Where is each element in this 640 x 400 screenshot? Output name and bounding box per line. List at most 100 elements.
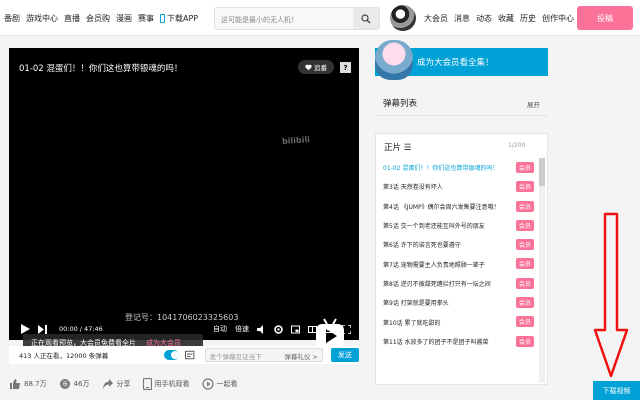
- member-badge: 会员: [516, 335, 534, 347]
- episode-list: 01-02 混蛋们！！你们这也算带银魂的吗！ 会员 第3话 天然卷没有坏人 会员 第…: [376, 158, 541, 351]
- play-icon[interactable]: [21, 324, 30, 334]
- episodes-title: 正片 ☰: [384, 143, 412, 153]
- player-controls: 00:00 / 47:46 自动 倍速: [9, 320, 359, 338]
- phone-icon: [160, 14, 165, 23]
- member-badge: 会员: [516, 277, 534, 289]
- watch-on-phone-label: 用手机观看: [154, 380, 190, 388]
- episode-item[interactable]: 第6话 许下的诺言死也要遵守 会员: [376, 235, 541, 254]
- danmu-etiquette-link[interactable]: 弹幕礼仪 >: [284, 351, 318, 361]
- danmu-settings-icon[interactable]: [185, 350, 195, 360]
- episodes-count: 1/200: [508, 142, 526, 149]
- post-button[interactable]: 投稿: [577, 6, 633, 30]
- nav-item-bangumi[interactable]: 番剧: [4, 13, 20, 24]
- video-title: 01-02 混蛋们！！你们这也算带银魂的吗！: [19, 64, 183, 74]
- user-nav-vip[interactable]: 大会员: [424, 13, 448, 24]
- search-input[interactable]: 这可能是最小的无人机！: [221, 15, 298, 25]
- search-icon: [361, 13, 371, 23]
- member-badge: 会员: [516, 258, 534, 270]
- top-bar: 番剧 游戏中心 直播 会员购 漫画 赛事 下载APP 这可能是最小的无人机！ 大…: [0, 0, 640, 36]
- episode-item[interactable]: 第3话 天然卷没有坏人 会员: [376, 177, 541, 196]
- danmu-list-header[interactable]: 弹幕列表 展开: [375, 90, 548, 116]
- scrollbar-thumb[interactable]: [539, 158, 545, 186]
- watch-together-button[interactable]: 一起看: [201, 378, 238, 390]
- action-row: 88.7万 币 46万 分享 用手机观看 一起看: [9, 378, 238, 390]
- bilibili-watermark: bilibili: [281, 135, 311, 146]
- nav-item-manga[interactable]: 漫画: [116, 13, 132, 24]
- episode-item[interactable]: 第9话 打架就是要用拳头 会员: [376, 293, 541, 312]
- share-icon: [102, 379, 113, 389]
- coin-count: 46万: [73, 380, 90, 388]
- nav-item-member-shop[interactable]: 会员购: [86, 13, 110, 24]
- web-fullscreen-icon[interactable]: [325, 325, 334, 334]
- search-button[interactable]: [353, 8, 379, 29]
- playback-time: 00:00 / 47:46: [59, 325, 103, 333]
- episode-item[interactable]: 第7话 宠物需要主人负责地照顾一辈子 会员: [376, 254, 541, 273]
- danmu-input[interactable]: 发个弹幕见证当下 弹幕礼仪 >: [204, 348, 323, 362]
- video-player[interactable]: 01-02 混蛋们！！你们这也算带银魂的吗！ 追番 ? bilibili 正在观…: [9, 48, 359, 352]
- fullscreen-icon[interactable]: [342, 324, 351, 334]
- download-app-label: 下载APP: [167, 14, 199, 23]
- watch-together-label: 一起看: [216, 380, 238, 388]
- episode-item[interactable]: 第4话 《JUMP》偶尔会周六发售要注意哦！ 会员: [376, 197, 541, 216]
- watch-together-icon: [201, 378, 214, 390]
- member-badge: 会员: [516, 219, 534, 231]
- danmu-placeholder: 发个弹幕见证当下: [209, 353, 262, 361]
- red-arrow-annotation: [593, 212, 629, 378]
- next-icon[interactable]: [38, 324, 47, 334]
- nav-item-live[interactable]: 直播: [64, 13, 80, 24]
- watch-on-phone-button[interactable]: 用手机观看: [142, 378, 190, 390]
- share-label: 分享: [116, 380, 131, 388]
- danmu-list-expand[interactable]: 展开: [527, 99, 540, 109]
- follow-button[interactable]: 追番: [298, 60, 334, 74]
- volume-icon[interactable]: [257, 324, 266, 334]
- like-button[interactable]: 88.7万: [9, 378, 47, 390]
- member-badge: 会员: [516, 162, 534, 173]
- vip-banner-text: 成为大会员看全集！: [417, 58, 494, 68]
- like-count: 88.7万: [24, 380, 47, 388]
- member-badge: 会员: [516, 239, 534, 251]
- widescreen-icon[interactable]: [308, 325, 317, 334]
- danmu-toggle[interactable]: [164, 350, 180, 360]
- member-badge: 会员: [516, 316, 534, 328]
- user-nav-creator-center[interactable]: 创作中心: [542, 13, 574, 24]
- quality-auto-button[interactable]: 自动: [213, 324, 227, 334]
- member-badge: 会员: [516, 181, 534, 193]
- send-danmu-button[interactable]: 发送: [330, 348, 359, 362]
- user-nav-dynamics[interactable]: 动态: [476, 13, 492, 24]
- episode-item[interactable]: 01-02 混蛋们！！你们这也算带银魂的吗！ 会员: [376, 158, 541, 177]
- user-nav-messages[interactable]: 消息: [454, 13, 470, 24]
- episode-item[interactable]: 第8话 逆刃不披甜死缠拦打只有一坛之间 会员: [376, 274, 541, 293]
- user-avatar[interactable]: [390, 5, 416, 31]
- stats-bar: 413 人正在看，12000 条弹幕 发个弹幕见证当下 弹幕礼仪 > 发送: [9, 346, 359, 364]
- heart-icon: [305, 64, 312, 70]
- search-box[interactable]: 这可能是最小的无人机！: [214, 7, 380, 30]
- speed-button[interactable]: 倍速: [235, 324, 249, 334]
- danmu-list-title: 弹幕列表: [383, 99, 418, 109]
- mascot-image: [375, 40, 413, 80]
- episode-scrollbar[interactable]: [539, 158, 545, 383]
- nav-item-game-center[interactable]: 游戏中心: [26, 13, 58, 24]
- nav-item-esports[interactable]: 赛事: [138, 13, 154, 24]
- coin-button[interactable]: 币 46万: [59, 378, 90, 390]
- episode-item[interactable]: 第10话 累了就吃甜的 会员: [376, 312, 541, 331]
- viewer-count: 413 人正在看，12000 条弹幕: [19, 352, 109, 360]
- settings-icon[interactable]: [274, 324, 283, 334]
- member-badge: 会员: [516, 297, 534, 309]
- help-icon[interactable]: ?: [340, 62, 351, 73]
- download-video-button[interactable]: 下载视频: [593, 381, 640, 400]
- svg-text:币: 币: [62, 382, 68, 389]
- download-app-link[interactable]: 下载APP: [160, 13, 198, 24]
- share-button[interactable]: 分享: [102, 378, 131, 390]
- member-badge: 会员: [516, 200, 534, 212]
- episode-panel: 正片 ☰ 1/200 01-02 混蛋们！！你们这也算带银魂的吗！ 会员 第3话 …: [375, 133, 548, 385]
- user-nav-favorites[interactable]: 收藏: [498, 13, 514, 24]
- coin-icon: 币: [59, 379, 70, 389]
- phone-icon: [142, 378, 152, 390]
- main-nav: 番剧 游戏中心 直播 会员购 漫画 赛事 下载APP: [4, 13, 198, 24]
- episode-item[interactable]: 第11话 水放多了的团子不是团子叫酱菜 会员: [376, 332, 541, 351]
- like-icon: [10, 379, 20, 389]
- episode-item[interactable]: 第5话 交一个到老还能互叫外号的朋友 会员: [376, 216, 541, 235]
- follow-label: 追番: [314, 64, 327, 72]
- user-nav-history[interactable]: 历史: [520, 13, 536, 24]
- pip-icon[interactable]: [291, 325, 300, 334]
